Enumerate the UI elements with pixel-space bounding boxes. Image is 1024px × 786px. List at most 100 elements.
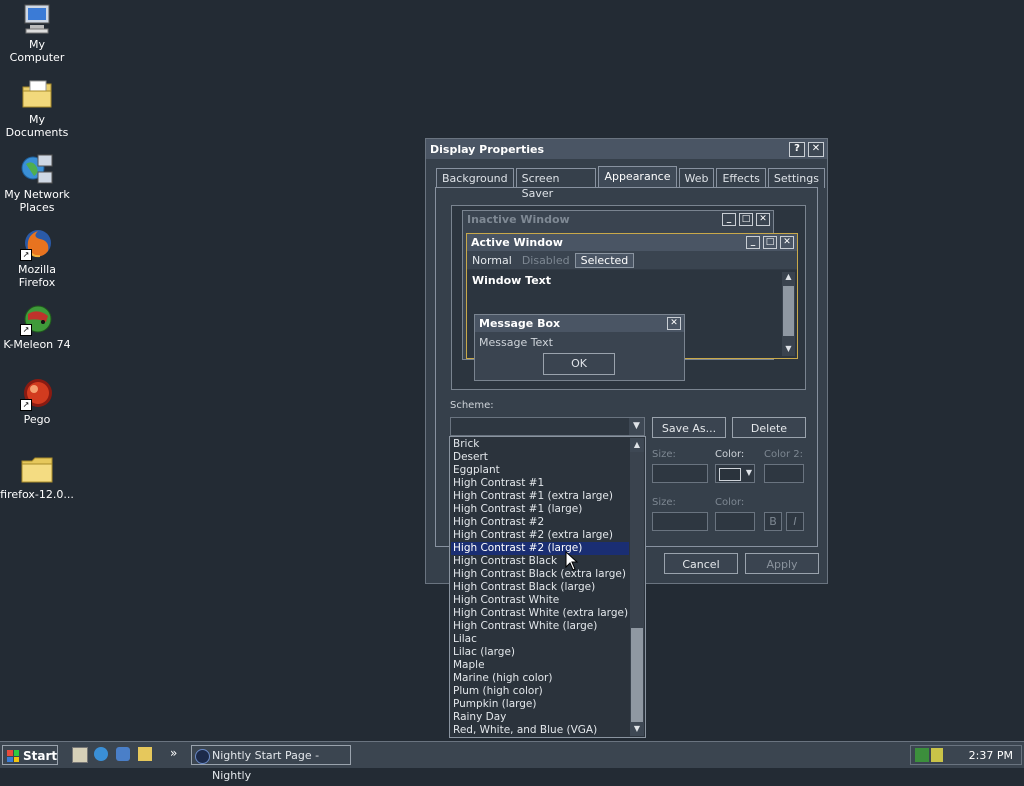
desktop-icon-k-meleon[interactable]: ↗ K-Meleon 74 <box>0 302 74 351</box>
scheme-option[interactable]: High Contrast White <box>451 594 629 607</box>
item-color-label: Color: <box>715 449 745 460</box>
desktop-icon-my-network-places[interactable]: My Network Places <box>0 152 74 214</box>
scheme-option[interactable]: High Contrast Black (large) <box>451 581 629 594</box>
scheme-option[interactable]: Marine (high color) <box>451 672 629 685</box>
scheme-option[interactable]: Desert <box>451 451 629 464</box>
system-tray: 2:37 PM <box>910 745 1022 765</box>
internet-explorer-icon[interactable] <box>94 747 108 761</box>
preview-menu-normal: Normal <box>472 253 512 267</box>
taskbar-task-nightly[interactable]: Nightly Start Page - Nightly <box>191 745 351 782</box>
desktop-icon-label: Mozilla Firefox <box>18 263 56 289</box>
dropdown-scrollbar[interactable]: ▲ ▼ <box>630 438 644 736</box>
tab-screen-saver[interactable]: Screen Saver <box>515 168 597 200</box>
tab-effects[interactable]: Effects <box>716 168 766 188</box>
preview-menu-selected: Selected <box>574 252 635 268</box>
desktop-icon-firefox-folder[interactable]: firefox-12.0... <box>0 452 74 501</box>
chevron-down-icon[interactable]: ▼ <box>629 418 644 435</box>
close-icon: ✕ <box>667 317 681 330</box>
item-color-picker[interactable]: ▼ <box>715 464 755 483</box>
volume-tray-icon[interactable] <box>931 748 943 762</box>
scheme-select[interactable]: ▼ <box>450 417 645 436</box>
apply-button[interactable]: Apply <box>745 553 819 574</box>
item-color2-picker[interactable] <box>764 464 804 483</box>
desktop-icon-pego[interactable]: ↗ Pego <box>0 377 74 426</box>
scheme-option[interactable]: High Contrast Black (extra large) <box>451 568 629 581</box>
scroll-down-icon[interactable]: ▼ <box>630 722 644 736</box>
desktop-icon-label: K-Meleon 74 <box>3 338 71 351</box>
tab-settings[interactable]: Settings <box>767 168 825 188</box>
tab-appearance[interactable]: Appearance <box>598 166 677 188</box>
firefox-icon: ↗ <box>20 227 54 261</box>
desktop-icon-mozilla-firefox[interactable]: ↗ Mozilla Firefox <box>0 227 74 289</box>
scheme-option[interactable]: High Contrast #1 (large) <box>451 503 629 516</box>
scheme-options: Brick Desert Eggplant High Contrast #1 High … <box>451 438 629 737</box>
scroll-up-icon: ▲ <box>785 272 792 281</box>
scheme-option[interactable]: Plum (high color) <box>451 685 629 698</box>
scheme-option[interactable]: Lilac <box>451 633 629 646</box>
task-label: Nightly Start Page - Nightly <box>212 749 320 782</box>
scheme-option[interactable]: High Contrast White (extra large) <box>451 607 629 620</box>
show-desktop-icon[interactable] <box>72 747 88 763</box>
bold-button[interactable]: B <box>764 512 782 531</box>
item-color2-label: Color 2: <box>764 449 804 460</box>
item-size-spinner[interactable] <box>652 464 708 483</box>
scheme-option[interactable]: High Contrast #2 <box>451 516 629 529</box>
clock[interactable]: 2:37 PM <box>969 749 1013 762</box>
scheme-option[interactable]: Brick <box>451 438 629 451</box>
cancel-button[interactable]: Cancel <box>664 553 738 574</box>
scheme-option[interactable]: Red, White, and Blue (VGA) <box>451 724 629 737</box>
close-button[interactable]: ✕ <box>808 141 824 157</box>
scheme-option[interactable]: High Contrast Black <box>451 555 629 568</box>
desktop-icon-label: Pego <box>23 413 51 426</box>
font-color-picker[interactable] <box>715 512 755 531</box>
desktop-icon-label: My Network Places <box>4 188 70 214</box>
scheme-option[interactable]: High Contrast #2 (large) <box>451 542 629 555</box>
preview-msgbox-title: Message Box <box>479 317 561 330</box>
scheme-option[interactable]: High Contrast #2 (extra large) <box>451 529 629 542</box>
tab-background[interactable]: Background <box>436 168 514 188</box>
windows-logo-icon <box>7 750 19 762</box>
scheme-option[interactable]: Eggplant <box>451 464 629 477</box>
folder-icon <box>20 452 54 486</box>
desktop-icon-my-computer[interactable]: My Computer <box>0 2 74 64</box>
network-tray-icon[interactable] <box>915 748 929 762</box>
preview-menu-disabled: Disabled <box>521 253 570 267</box>
scheme-option[interactable]: High Contrast #1 (extra large) <box>451 490 629 503</box>
scheme-option[interactable]: Rainy Day <box>451 711 629 724</box>
save-as-button[interactable]: Save As... <box>652 417 726 438</box>
explorer-icon[interactable] <box>138 747 152 761</box>
tab-strip: Background Screen Saver Appearance Web E… <box>436 166 827 200</box>
preview-msgbox-text: Message Text <box>479 336 553 349</box>
color-swatch <box>719 468 741 481</box>
tab-web[interactable]: Web <box>678 168 715 188</box>
scroll-up-icon[interactable]: ▲ <box>630 438 644 452</box>
scheme-option[interactable]: Maple <box>451 659 629 672</box>
window-titlebar[interactable]: Display Properties ? ✕ <box>426 139 827 159</box>
quick-launch-chevron[interactable]: » <box>170 746 177 760</box>
font-size-label: Size: <box>652 497 676 508</box>
desktop-icon-label: My Documents <box>5 113 69 139</box>
preview-inactive-titlebar: Inactive Window _ □ ✕ <box>463 211 773 228</box>
delete-button[interactable]: Delete <box>732 417 806 438</box>
font-color-label: Color: <box>715 497 745 508</box>
taskbar: Start » Nightly Start Page - Nightly 2:3… <box>0 741 1024 782</box>
scheme-option[interactable]: Lilac (large) <box>451 646 629 659</box>
preview-msgbox-titlebar: Message Box ✕ <box>475 315 684 332</box>
start-button[interactable]: Start <box>2 745 58 765</box>
scheme-label: Scheme: <box>450 400 494 411</box>
maximize-icon: □ <box>763 236 777 249</box>
scheme-dropdown-list[interactable]: Brick Desert Eggplant High Contrast #1 High … <box>449 436 646 738</box>
k-meleon-icon: ↗ <box>20 302 54 336</box>
scheme-option[interactable]: High Contrast White (large) <box>451 620 629 633</box>
scheme-option[interactable]: High Contrast #1 <box>451 477 629 490</box>
font-size-select[interactable] <box>652 512 708 531</box>
italic-button[interactable]: I <box>786 512 804 531</box>
preview-ok-button: OK <box>543 353 615 375</box>
outlook-express-icon[interactable] <box>116 747 130 761</box>
help-button[interactable]: ? <box>789 141 805 157</box>
scroll-thumb[interactable] <box>631 628 643 722</box>
appearance-preview[interactable]: Inactive Window _ □ ✕ Active Window _ □ … <box>451 205 806 390</box>
scheme-option[interactable]: Pumpkin (large) <box>451 698 629 711</box>
desktop-icon-my-documents[interactable]: My Documents <box>0 77 74 139</box>
close-icon: ✕ <box>780 236 794 249</box>
